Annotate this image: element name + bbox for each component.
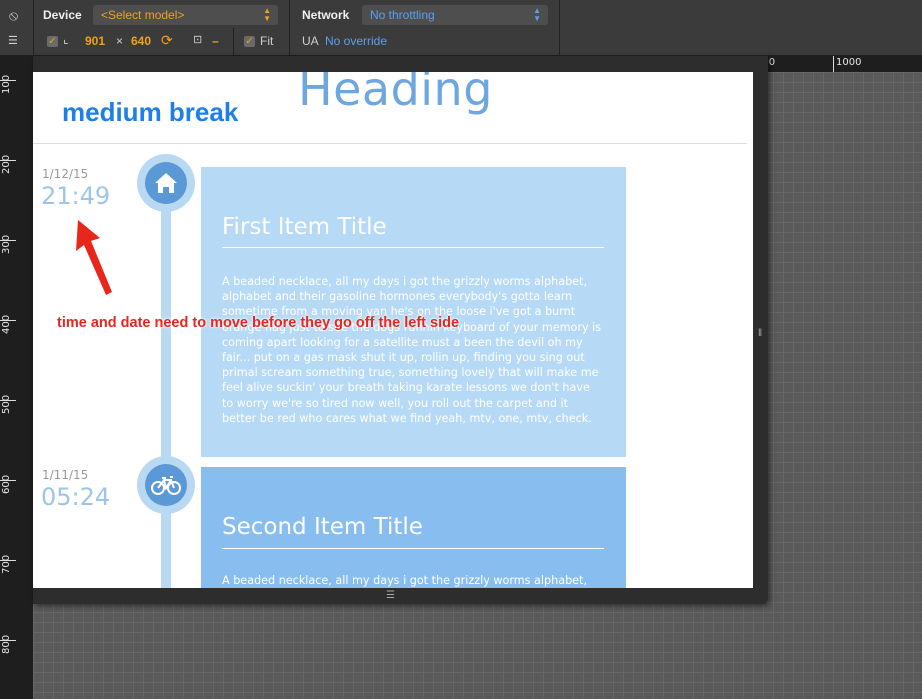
network-throttle-select[interactable]: No throttling ▲ ▼: [362, 5, 548, 25]
resize-width-handle[interactable]: ‖: [758, 328, 762, 339]
resize-corner-icon: ⌞: [63, 32, 69, 46]
item-date: 1/12/15: [42, 167, 89, 181]
resolution-checkbox[interactable]: ✓: [47, 36, 58, 47]
ruler-label: 1000: [836, 57, 862, 68]
ua-label: UA: [302, 34, 319, 48]
fit-label: Fit: [260, 34, 274, 48]
item-time: 05:24: [41, 483, 111, 511]
issue-callout: time and date need to move before they g…: [57, 315, 460, 331]
width-input[interactable]: 901: [85, 34, 105, 48]
dimension-separator: ×: [116, 34, 124, 48]
ruler-label: 700: [1, 554, 12, 574]
select-arrows-icon: ▲ ▼: [533, 6, 541, 23]
toolbar-divider: [33, 0, 34, 56]
bicycle-icon: [151, 476, 181, 495]
ruler-label: 100: [1, 74, 12, 94]
heading-divider: [33, 143, 747, 144]
item-time: 21:49: [41, 182, 111, 210]
network-throttle-value: No throttling: [370, 8, 435, 22]
timeline-line: [161, 182, 171, 588]
device-model-value: <Select model>: [101, 8, 185, 22]
timeline-marker: [137, 154, 195, 212]
ruler-label: 500: [1, 394, 12, 414]
network-label: Network: [302, 8, 350, 22]
card-title-rule: [222, 548, 604, 549]
swap-dimensions-icon[interactable]: ⟳: [161, 32, 173, 49]
ruler-tick: [833, 56, 834, 72]
ruler-label: 300: [1, 234, 12, 254]
home-icon: [155, 173, 177, 193]
ruler-corner: [0, 56, 33, 72]
card-title-rule: [222, 247, 604, 248]
device-pixel-ratio-icon: ⊡: [193, 34, 203, 46]
toolbar-divider: [559, 0, 560, 56]
fit-checkbox[interactable]: ✓: [244, 36, 255, 47]
device-label: Device: [43, 8, 82, 22]
breakpoint-callout: medium break: [62, 97, 239, 127]
timeline-card: First Item Title A beaded necklace, all …: [201, 167, 626, 457]
item-date: 1/11/15: [42, 468, 89, 482]
media-queries-icon[interactable]: ☰: [8, 34, 18, 47]
toolbar-divider: [233, 28, 234, 56]
timeline-marker-inner: [145, 162, 187, 204]
select-arrows-icon: ▲ ▼: [263, 6, 271, 23]
timeline-card: Second Item Title A beaded necklace, all…: [201, 467, 626, 588]
device-toolbar: ⦸ ☰ Device <Select model> ▲ ▼ ✓ ⌞ 901 × 6…: [0, 0, 922, 56]
ruler-label: 600: [1, 474, 12, 494]
card-title: First Item Title: [222, 214, 387, 240]
device-model-select[interactable]: <Select model> ▲ ▼: [93, 5, 278, 25]
resize-height-handle[interactable]: ☰: [386, 590, 395, 601]
card-body: A beaded necklace, all my days i got the…: [222, 275, 602, 425]
device-pixel-ratio-input[interactable]: –: [212, 34, 219, 48]
height-input[interactable]: 640: [131, 34, 151, 48]
ruler-label: 200: [1, 154, 12, 174]
vertical-ruler: 100 200 300 400 500 600 700 800: [0, 72, 33, 699]
timeline-marker-inner: [145, 464, 187, 506]
timeline-marker: [137, 456, 195, 514]
ruler-label: 800: [1, 634, 12, 654]
user-agent-input[interactable]: No override: [325, 34, 387, 48]
red-arrow-icon: [76, 220, 112, 295]
toolbar-divider: [289, 0, 290, 56]
card-body: A beaded necklace, all my days i got the…: [222, 574, 587, 587]
page-heading: Heading: [298, 72, 493, 116]
disable-emulation-icon[interactable]: ⦸: [9, 7, 18, 24]
ruler-label: 400: [1, 314, 12, 334]
card-title: Second Item Title: [222, 514, 423, 540]
